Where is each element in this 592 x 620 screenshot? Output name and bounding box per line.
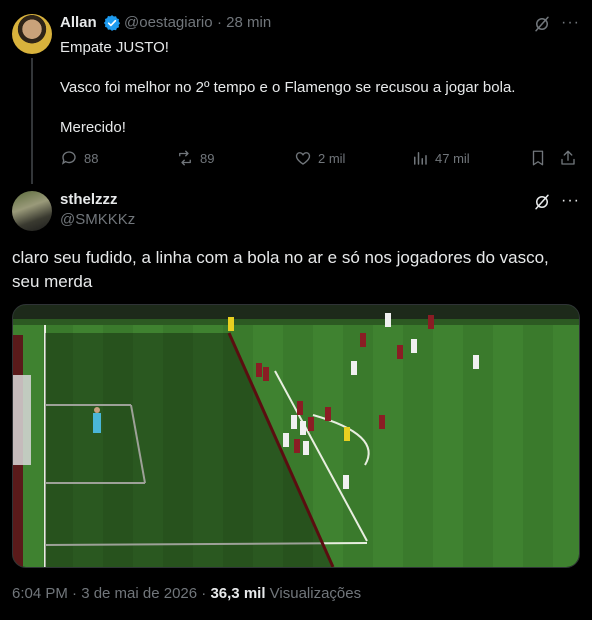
views-button[interactable]: 47 mil [411,148,470,168]
author-name[interactable]: Allan [60,14,97,31]
soccer-offside-image[interactable] [12,304,580,568]
reply-icon [61,151,76,165]
tweet-text-line-3: Merecido! [60,119,126,136]
bookmark-button[interactable] [529,148,547,168]
reply-count: 88 [84,150,99,166]
retweet-icon [179,150,191,166]
views-label: Visualizações [269,585,362,602]
grok-icon[interactable] [533,193,551,211]
reply-author-name[interactable]: sthelzzz [60,191,118,208]
reply-button[interactable]: 88 [60,148,98,168]
tweet-text-line-1: Empate JUSTO! [60,39,169,56]
views-icon [414,152,427,165]
reply-author-handle[interactable]: @SMKKKz [60,211,135,228]
thread-line [31,58,33,184]
views-count: 47 mil [435,150,470,166]
retweet-count: 89 [200,150,215,166]
avatar-sthelzzz[interactable] [12,191,52,231]
bookmark-icon [532,150,544,166]
share-button[interactable] [559,148,577,168]
timestamp[interactable]: 6:04 PM · 3 de mai de 2026 · [12,585,206,602]
like-icon [295,152,311,165]
views-total: 36,3 mil [210,585,266,602]
reply-text: claro seu fudido, a linha com a bola no … [12,248,549,291]
retweet-button[interactable]: 89 [176,148,214,168]
like-count: 2 mil [318,150,346,166]
tweet-metadata: 6:04 PM · 3 de mai de 2026 · 36,3 mil Vi… [12,585,361,602]
more-icon[interactable]: ··· [561,15,580,31]
tweet-time[interactable]: · 28 min [217,14,271,31]
verified-badge-icon [103,15,121,31]
author-handle[interactable]: @oestagiario [124,14,213,31]
avatar-allan[interactable] [12,14,52,54]
tweet-text-line-2: Vasco foi melhor no 2º tempo e o Flameng… [60,79,516,96]
match-image [13,305,579,567]
share-icon [561,150,575,165]
grok-icon[interactable] [533,15,551,33]
more-icon[interactable]: ··· [561,193,580,209]
like-button[interactable]: 2 mil [294,148,345,168]
